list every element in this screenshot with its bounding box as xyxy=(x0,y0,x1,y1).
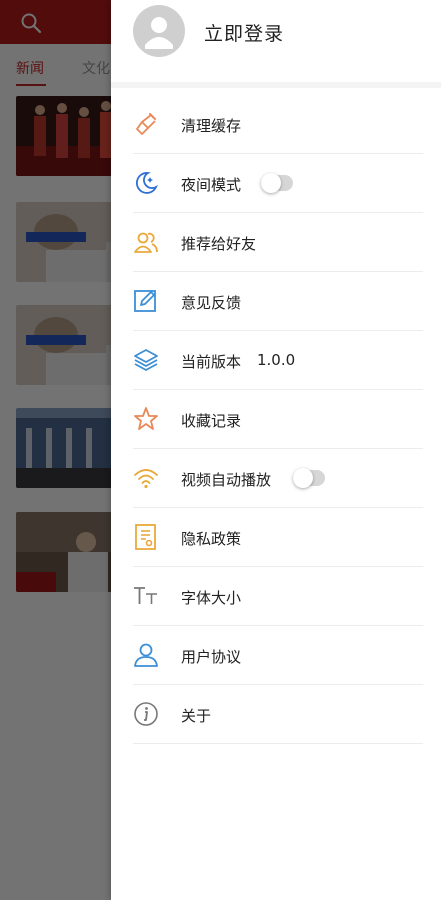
menu-item-privacy[interactable]: 隐私政策 xyxy=(133,508,423,567)
menu-label: 视频自动播放 xyxy=(181,471,272,489)
menu-item-font-size[interactable]: 字体大小 xyxy=(133,567,423,626)
menu-item-night-mode[interactable]: 夜间模式 xyxy=(133,154,423,213)
toggle-knob xyxy=(261,173,281,193)
version-value: 1.0.0 xyxy=(257,351,296,369)
menu-label: 字体大小 xyxy=(181,589,242,607)
menu-label: 推荐给好友 xyxy=(181,235,257,253)
menu-label: 用户协议 xyxy=(181,648,242,666)
login-label[interactable]: 立即登录 xyxy=(204,19,284,46)
menu-label: 清理缓存 xyxy=(181,117,242,135)
menu-label: 当前版本 xyxy=(181,353,242,371)
layers-icon xyxy=(134,349,158,371)
drawer-header[interactable]: 立即登录 xyxy=(111,0,441,88)
menu-item-user-agreement[interactable]: 用户协议 xyxy=(133,626,423,685)
default-avatar-icon xyxy=(145,17,173,49)
menu-item-recommend[interactable]: 推荐给好友 xyxy=(133,213,423,272)
menu-label: 收藏记录 xyxy=(181,412,242,430)
avatar[interactable] xyxy=(133,5,185,57)
menu-item-version[interactable]: 当前版本 1.0.0 xyxy=(133,331,423,390)
toggle-knob xyxy=(293,468,313,488)
menu-item-feedback[interactable]: 意见反馈 xyxy=(133,272,423,331)
edit-icon xyxy=(134,290,156,312)
drawer-menu: 清理缓存 夜间模式 推荐给好友 意见反馈 当前版本 1.0.0 收藏记录 视频自… xyxy=(133,95,423,744)
menu-label: 隐私政策 xyxy=(181,530,242,548)
star-icon xyxy=(134,407,158,430)
menu-item-favorites[interactable]: 收藏记录 xyxy=(133,390,423,449)
user-icon xyxy=(134,643,158,667)
info-icon xyxy=(134,702,158,726)
side-drawer: 立即登录 清理缓存 夜间模式 推荐给好友 意见反馈 当前版本 1.0.0 收藏记… xyxy=(111,0,441,900)
menu-item-clear-cache[interactable]: 清理缓存 xyxy=(133,95,423,154)
font-size-icon xyxy=(134,587,157,604)
users-icon xyxy=(134,232,158,253)
document-icon xyxy=(135,524,156,550)
broom-icon xyxy=(136,113,156,135)
moon-icon xyxy=(136,172,158,194)
menu-label: 意见反馈 xyxy=(181,294,242,312)
menu-item-about[interactable]: 关于 xyxy=(133,685,423,744)
menu-label: 关于 xyxy=(181,707,212,725)
night-mode-toggle[interactable] xyxy=(261,173,293,193)
menu-label: 夜间模式 xyxy=(181,176,242,194)
wifi-icon xyxy=(134,469,158,489)
autoplay-toggle[interactable] xyxy=(293,468,325,488)
menu-item-autoplay[interactable]: 视频自动播放 xyxy=(133,449,423,508)
